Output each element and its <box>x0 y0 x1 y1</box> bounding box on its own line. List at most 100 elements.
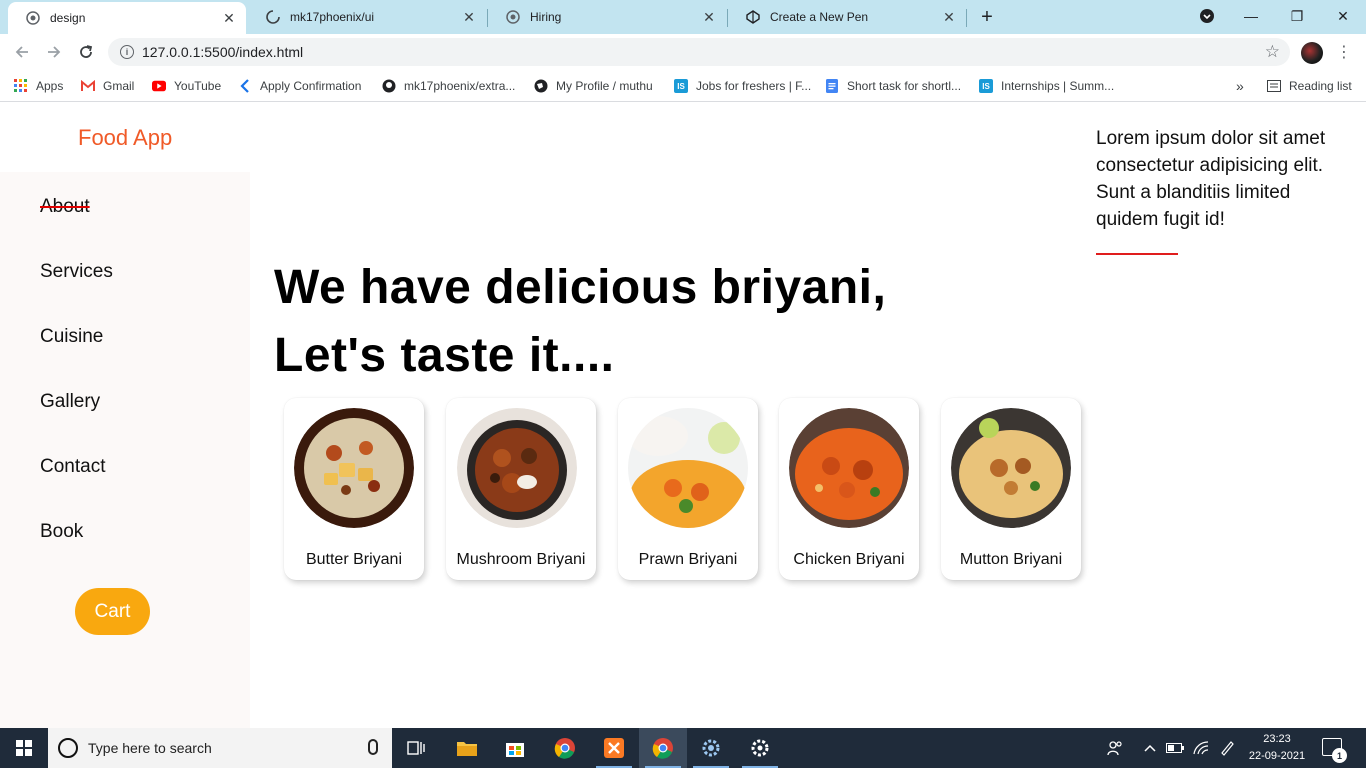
tab-mk17phoenix-ui[interactable]: mk17phoenix/ui ✕ <box>248 0 486 34</box>
close-tab-icon[interactable]: ✕ <box>220 9 238 27</box>
nav-cuisine[interactable]: Cuisine <box>40 326 103 348</box>
mutton-briyani-photo <box>951 408 1071 528</box>
dish-card-mushroom[interactable]: Mushroom Briyani <box>446 398 596 580</box>
tab-search-icon[interactable] <box>1184 0 1230 32</box>
profile-globe-icon <box>534 79 548 93</box>
microphone-icon[interactable] <box>368 739 378 755</box>
nav-services[interactable]: Services <box>40 261 113 283</box>
browser-menu-icon[interactable]: ⋮ <box>1336 42 1352 62</box>
is-icon: IS <box>979 79 993 93</box>
apply-icon <box>238 79 252 93</box>
forward-arrow-icon[interactable] <box>42 40 66 64</box>
close-tab-icon[interactable]: ✕ <box>940 8 958 26</box>
bookmark-label: Gmail <box>103 79 135 93</box>
search-placeholder: Type here to search <box>88 740 212 756</box>
bookmark-star-icon[interactable]: ☆ <box>1265 42 1280 62</box>
bookmark-label: Short task for shortl... <box>847 79 962 93</box>
clock-time: 23:23 <box>1263 733 1291 745</box>
dish-name: Butter Briyani <box>305 551 403 568</box>
aside-description: Lorem ipsum dolor sit amet consectetur a… <box>1096 128 1326 230</box>
file-explorer-icon[interactable] <box>443 728 491 768</box>
bookmark-my-profile[interactable]: My Profile / muthu <box>534 76 653 96</box>
dish-card-butter[interactable]: Butter Briyani <box>284 398 424 580</box>
loading-spinner-icon <box>266 10 280 24</box>
profile-avatar[interactable] <box>1301 42 1323 64</box>
nav-contact[interactable]: Contact <box>40 456 105 478</box>
sidebar-nav: About Services Cuisine Gallery Contact B… <box>0 172 250 728</box>
bookmark-youtube[interactable]: YouTube <box>152 76 221 96</box>
globe-icon <box>506 10 520 24</box>
bookmark-internships[interactable]: IS Internships | Summ... <box>979 76 1114 96</box>
dish-card-mutton[interactable]: Mutton Briyani <box>941 398 1081 580</box>
system-clock[interactable]: 23:23 22-09-2021 <box>1246 731 1308 765</box>
docs-icon <box>825 79 839 93</box>
mushroom-briyani-photo <box>457 408 577 528</box>
tray-chevron-up-icon[interactable] <box>1140 728 1160 768</box>
chrome-active-icon[interactable] <box>639 728 687 768</box>
reading-list-button[interactable]: Reading list <box>1267 76 1352 96</box>
bookmark-apply-confirmation[interactable]: Apply Confirmation <box>238 76 361 96</box>
gmail-icon <box>81 79 95 93</box>
close-tab-icon[interactable]: ✕ <box>460 8 478 26</box>
control-panel-gear-icon[interactable] <box>687 728 735 768</box>
restore-button[interactable]: ❐ <box>1274 0 1320 32</box>
dish-name: Mushroom Briyani <box>456 551 586 568</box>
nav-gallery[interactable]: Gallery <box>40 391 100 413</box>
tab-design[interactable]: design ✕ <box>8 2 246 34</box>
tab-hiring[interactable]: Hiring ✕ <box>488 0 726 34</box>
tab-title: Create a New Pen <box>770 10 869 24</box>
minimize-button[interactable]: — <box>1228 0 1274 32</box>
windows-start-icon[interactable] <box>0 728 48 768</box>
youtube-icon <box>152 79 166 93</box>
taskbar-search-input[interactable]: Type here to search <box>48 728 392 768</box>
reload-icon[interactable] <box>74 40 98 64</box>
browser-tab-strip: design ✕ mk17phoenix/ui ✕ Hiring ✕ Creat… <box>0 0 1366 34</box>
cart-button[interactable]: Cart <box>75 588 150 635</box>
hero-headline-line2: Let's taste it.... <box>274 329 615 382</box>
butter-briyani-photo <box>294 408 414 528</box>
nav-about[interactable]: About <box>40 196 90 218</box>
close-window-button[interactable]: ✕ <box>1320 0 1366 32</box>
new-tab-button[interactable]: + <box>976 7 998 29</box>
bookmark-apps[interactable]: Apps <box>14 76 63 96</box>
tab-title: mk17phoenix/ui <box>290 10 375 24</box>
github-icon <box>382 79 396 93</box>
microsoft-store-icon[interactable] <box>491 728 539 768</box>
dish-card-prawn[interactable]: Prawn Briyani <box>618 398 758 580</box>
bookmark-label: Jobs for freshers | F... <box>696 79 812 93</box>
bookmark-jobs-freshers[interactable]: IS Jobs for freshers | F... <box>674 76 811 96</box>
page-content: Food App About Services Cuisine Gallery … <box>0 103 1366 728</box>
battery-icon[interactable] <box>1164 728 1186 768</box>
dish-card-chicken[interactable]: Chicken Briyani <box>779 398 919 580</box>
address-url: 127.0.0.1:5500/index.html <box>142 44 304 60</box>
address-bar[interactable]: i 127.0.0.1:5500/index.html ☆ <box>108 38 1290 66</box>
reading-list-icon <box>1267 79 1281 93</box>
close-tab-icon[interactable]: ✕ <box>700 8 718 26</box>
nav-book[interactable]: Book <box>40 521 83 543</box>
wifi-icon[interactable] <box>1190 728 1212 768</box>
bookmark-label: Apps <box>36 79 64 93</box>
xampp-icon[interactable] <box>590 728 638 768</box>
dish-name: Prawn Briyani <box>638 551 738 568</box>
reading-list-label: Reading list <box>1289 79 1352 93</box>
chicken-briyani-photo <box>789 408 909 528</box>
browser-toolbar: i 127.0.0.1:5500/index.html ☆ ⋮ <box>0 34 1366 70</box>
bookmark-short-task[interactable]: Short task for shortl... <box>825 76 961 96</box>
more-bookmarks-button[interactable]: » <box>1236 76 1244 96</box>
pen-icon[interactable] <box>1216 728 1238 768</box>
bookmark-github[interactable]: mk17phoenix/extra... <box>382 76 515 96</box>
bookmark-gmail[interactable]: Gmail <box>81 76 134 96</box>
tab-create-pen[interactable]: Create a New Pen ✕ <box>728 0 966 34</box>
cortana-icon <box>58 738 78 758</box>
bookmarks-bar: Apps Gmail YouTube Apply Confirmation mk… <box>0 70 1366 102</box>
site-info-icon[interactable]: i <box>120 45 134 59</box>
apps-grid-icon <box>14 79 28 93</box>
chrome-icon[interactable] <box>541 728 589 768</box>
app-logo[interactable]: Food App <box>78 125 172 151</box>
people-icon[interactable] <box>1104 728 1126 768</box>
back-arrow-icon[interactable] <box>10 40 34 64</box>
settings-gear-icon[interactable] <box>736 728 784 768</box>
dish-name: Mutton Briyani <box>959 551 1063 568</box>
task-view-icon[interactable] <box>392 728 440 768</box>
tab-title: Hiring <box>530 10 562 24</box>
